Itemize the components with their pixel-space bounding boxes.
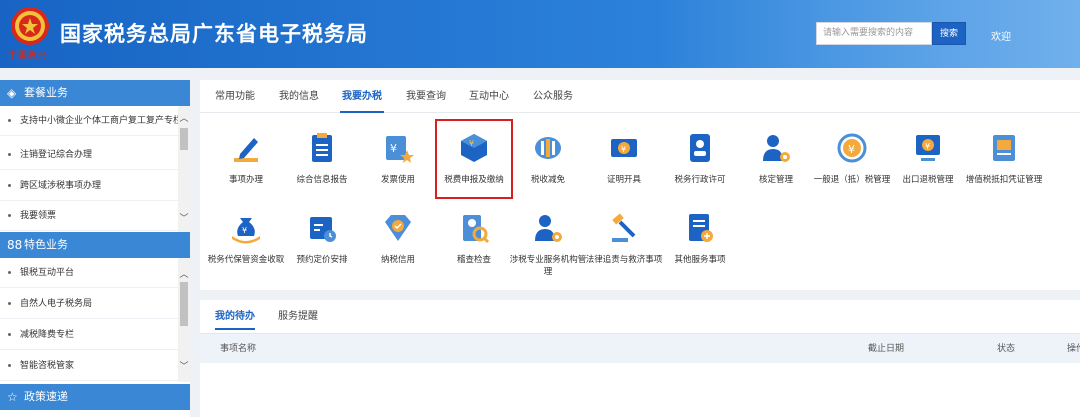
document-icon <box>312 133 332 162</box>
person-search-icon <box>463 215 490 244</box>
todo-tabs: 我的待办 服务提醒 <box>200 300 1080 333</box>
money-bag-icon: ¥ <box>232 218 260 244</box>
svg-text:¥: ¥ <box>621 145 626 154</box>
stack-icon: ◈ <box>7 86 17 100</box>
bullet-dot <box>8 302 11 305</box>
tax-emblem-logo <box>11 7 49 45</box>
calendar-clock-icon <box>310 217 336 242</box>
svg-text:¥: ¥ <box>925 142 930 151</box>
scroll-thumb[interactable] <box>180 128 188 150</box>
function-matter-handling[interactable]: 事项办理 <box>204 132 288 212</box>
todo-panel: 我的待办 服务提醒 事项名称 截止日期 状态 操作 <box>200 300 1080 417</box>
tab-query[interactable]: 我要查询 <box>406 80 446 113</box>
tab-interaction[interactable]: 互动中心 <box>469 80 509 113</box>
tab-my-info[interactable]: 我的信息 <box>279 80 319 113</box>
function-panel: 常用功能 我的信息 我要办税 我要查询 互动中心 公众服务 事项办理 综合信息报… <box>200 80 1080 290</box>
sidebar: ◈ 套餐业务 支持中小微企业个体工商户复工复产专栏 注销登记综合办理 跨区域涉税… <box>0 80 190 417</box>
scroll-down-icon[interactable]: ﹀ <box>178 362 190 372</box>
id-badge-icon <box>690 134 710 162</box>
function-general-refund[interactable]: ¥ 一般退（抵）税管理 <box>810 132 894 212</box>
tab-service-reminder[interactable]: 服务提醒 <box>278 300 318 333</box>
sidebar-item[interactable]: 自然人电子税务局 <box>0 289 178 319</box>
diamond-check-icon <box>385 215 411 241</box>
svg-text:¥: ¥ <box>848 143 855 156</box>
scroll-up-icon[interactable]: ︿ <box>178 270 190 280</box>
scroll-down-icon[interactable]: ﹀ <box>178 214 190 224</box>
doc-plus-icon <box>689 214 713 242</box>
vat-ledger-icon <box>993 135 1015 161</box>
ticket-icon: ¥ <box>611 139 637 157</box>
svg-text:¥: ¥ <box>242 226 247 235</box>
sidebar-item[interactable]: 减税降费专栏 <box>0 320 178 350</box>
monitor-yuan-icon: ¥ <box>916 135 940 161</box>
site-title: 国家税务总局广东省电子税务局 <box>60 22 368 46</box>
column-item-name: 事项名称 <box>220 344 257 354</box>
sidebar-item[interactable]: 支持中小微企业个体工商户复工复产专栏 <box>0 106 178 136</box>
bullet-dot <box>8 214 11 217</box>
yuan-refresh-icon: ¥ <box>837 133 867 163</box>
sidebar-item[interactable]: 注销登记综合办理 <box>0 140 178 170</box>
function-professional-service-mgmt[interactable]: 涉税专业服务机构管理 <box>506 212 590 292</box>
svg-text:¥: ¥ <box>390 142 397 155</box>
scroll-thumb[interactable] <box>180 282 188 326</box>
function-pricing-arrangement[interactable]: 预约定价安排 <box>280 212 364 292</box>
welcome-text: 欢迎 <box>991 32 1011 43</box>
bullet-dot <box>8 333 11 336</box>
column-deadline: 截止日期 <box>868 344 905 354</box>
tab-tax-handling[interactable]: 我要办税 <box>340 80 384 113</box>
sidebar-section-package[interactable]: ◈ 套餐业务 <box>0 80 190 106</box>
sidebar-item[interactable]: 跨区域涉税事项办理 <box>0 171 178 201</box>
bullet-dot <box>8 119 11 122</box>
sidebar-section-featured[interactable]: 88 特色业务 <box>0 232 190 258</box>
sidebar-scrollbar[interactable]: ︿ ﹀ <box>178 106 190 232</box>
pen-icon <box>234 138 258 162</box>
gavel-icon <box>612 213 636 242</box>
site-header: 中国税务 国家税务总局广东省电子税务局 请输入需要搜索的内容 搜索 欢迎 <box>0 0 1080 68</box>
tab-public-service[interactable]: 公众服务 <box>533 80 573 113</box>
invoice-icon: ¥ <box>386 136 414 163</box>
function-admin-license[interactable]: 税务行政许可 <box>658 132 742 212</box>
function-certificate[interactable]: ¥ 证明开具 <box>582 132 666 212</box>
function-other-services[interactable]: 其他服务事项 <box>658 212 742 292</box>
user-gear-icon <box>535 215 562 242</box>
function-legal-remedy[interactable]: 法律追责与救济事项 <box>582 212 666 292</box>
function-invoice-use[interactable]: ¥ 发票使用 <box>356 132 440 212</box>
tab-my-todo[interactable]: 我的待办 <box>215 300 255 333</box>
column-status: 状态 <box>997 344 1016 354</box>
grid-icon: 88 <box>7 238 23 252</box>
sidebar-scrollbar[interactable]: ︿ ﹀ <box>178 258 190 382</box>
slogan-seal: 中国税务 <box>8 51 49 61</box>
coins-icon <box>535 137 561 159</box>
main-tabs: 常用功能 我的信息 我要办税 我要查询 互动中心 公众服务 <box>200 80 1080 113</box>
highlight-box <box>435 119 513 199</box>
function-fund-custody[interactable]: ¥ 税务代保管资金收取 <box>204 212 288 292</box>
star-icon: ☆ <box>7 390 18 404</box>
sidebar-item[interactable]: 银税互动平台 <box>0 258 178 288</box>
function-verification-mgmt[interactable]: 核定管理 <box>734 132 818 212</box>
function-info-report[interactable]: 综合信息报告 <box>280 132 364 212</box>
user-gear-icon <box>763 135 790 162</box>
sidebar-section-policy[interactable]: ☆ 政策速递 <box>0 384 190 410</box>
bullet-dot <box>8 153 11 156</box>
search-button[interactable]: 搜索 <box>932 22 966 45</box>
function-inspection[interactable]: 稽查检查 <box>432 212 516 292</box>
column-action: 操作 <box>1067 344 1080 354</box>
function-vat-deduction[interactable]: 增值税抵扣凭证管理 <box>962 132 1046 212</box>
function-tax-reduction[interactable]: 税收减免 <box>506 132 590 212</box>
sidebar-item[interactable]: 我要领票 <box>0 201 178 231</box>
tab-common[interactable]: 常用功能 <box>215 80 255 113</box>
function-tax-credit[interactable]: 纳税信用 <box>356 212 440 292</box>
bullet-dot <box>8 364 11 367</box>
todo-table-header: 事项名称 截止日期 状态 操作 <box>200 333 1080 363</box>
bullet-dot <box>8 271 11 274</box>
bullet-dot <box>8 184 11 187</box>
sidebar-item[interactable]: 智能咨税管家 <box>0 351 178 381</box>
scroll-up-icon[interactable]: ︿ <box>178 114 190 124</box>
function-export-refund[interactable]: ¥ 出口退税管理 <box>886 132 970 212</box>
search-input[interactable]: 请输入需要搜索的内容 <box>816 22 932 45</box>
